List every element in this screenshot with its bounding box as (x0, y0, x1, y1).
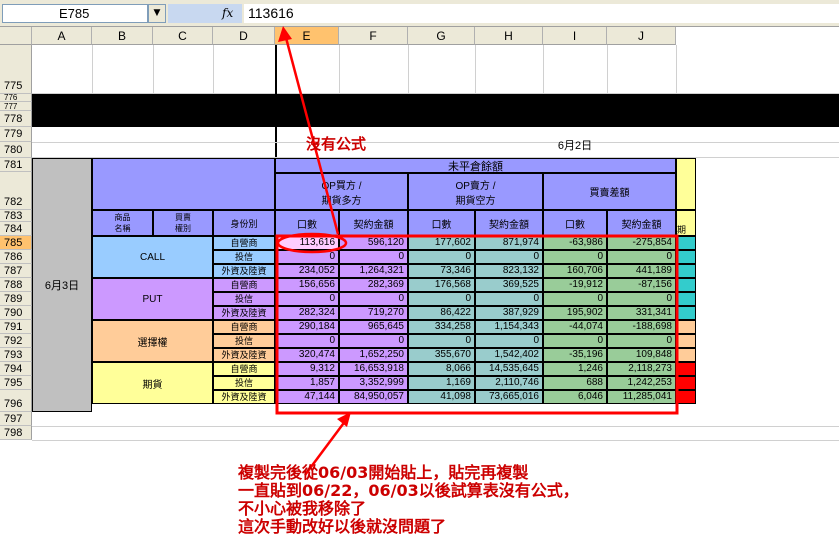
annotation-note: 複製完後從06/03開始貼上，貼完再複製 一直貼到06/22，06/03以後試算表… (238, 464, 579, 536)
highlight-rectangle (275, 234, 679, 415)
no-formula-note: 沒有公式 (306, 135, 367, 153)
annotation-note-line: 這次手動改好以後就沒問題了 (238, 517, 447, 536)
annotation-note-line: 複製完後從06/03開始貼上，貼完再複製 (238, 463, 529, 482)
annotation-note-line: 一直貼到06/22，06/03以後試算表沒有公式， (238, 481, 579, 500)
arrow-up-head (278, 26, 292, 42)
annotation-note-line: 不小心被我移除了 (238, 499, 367, 518)
